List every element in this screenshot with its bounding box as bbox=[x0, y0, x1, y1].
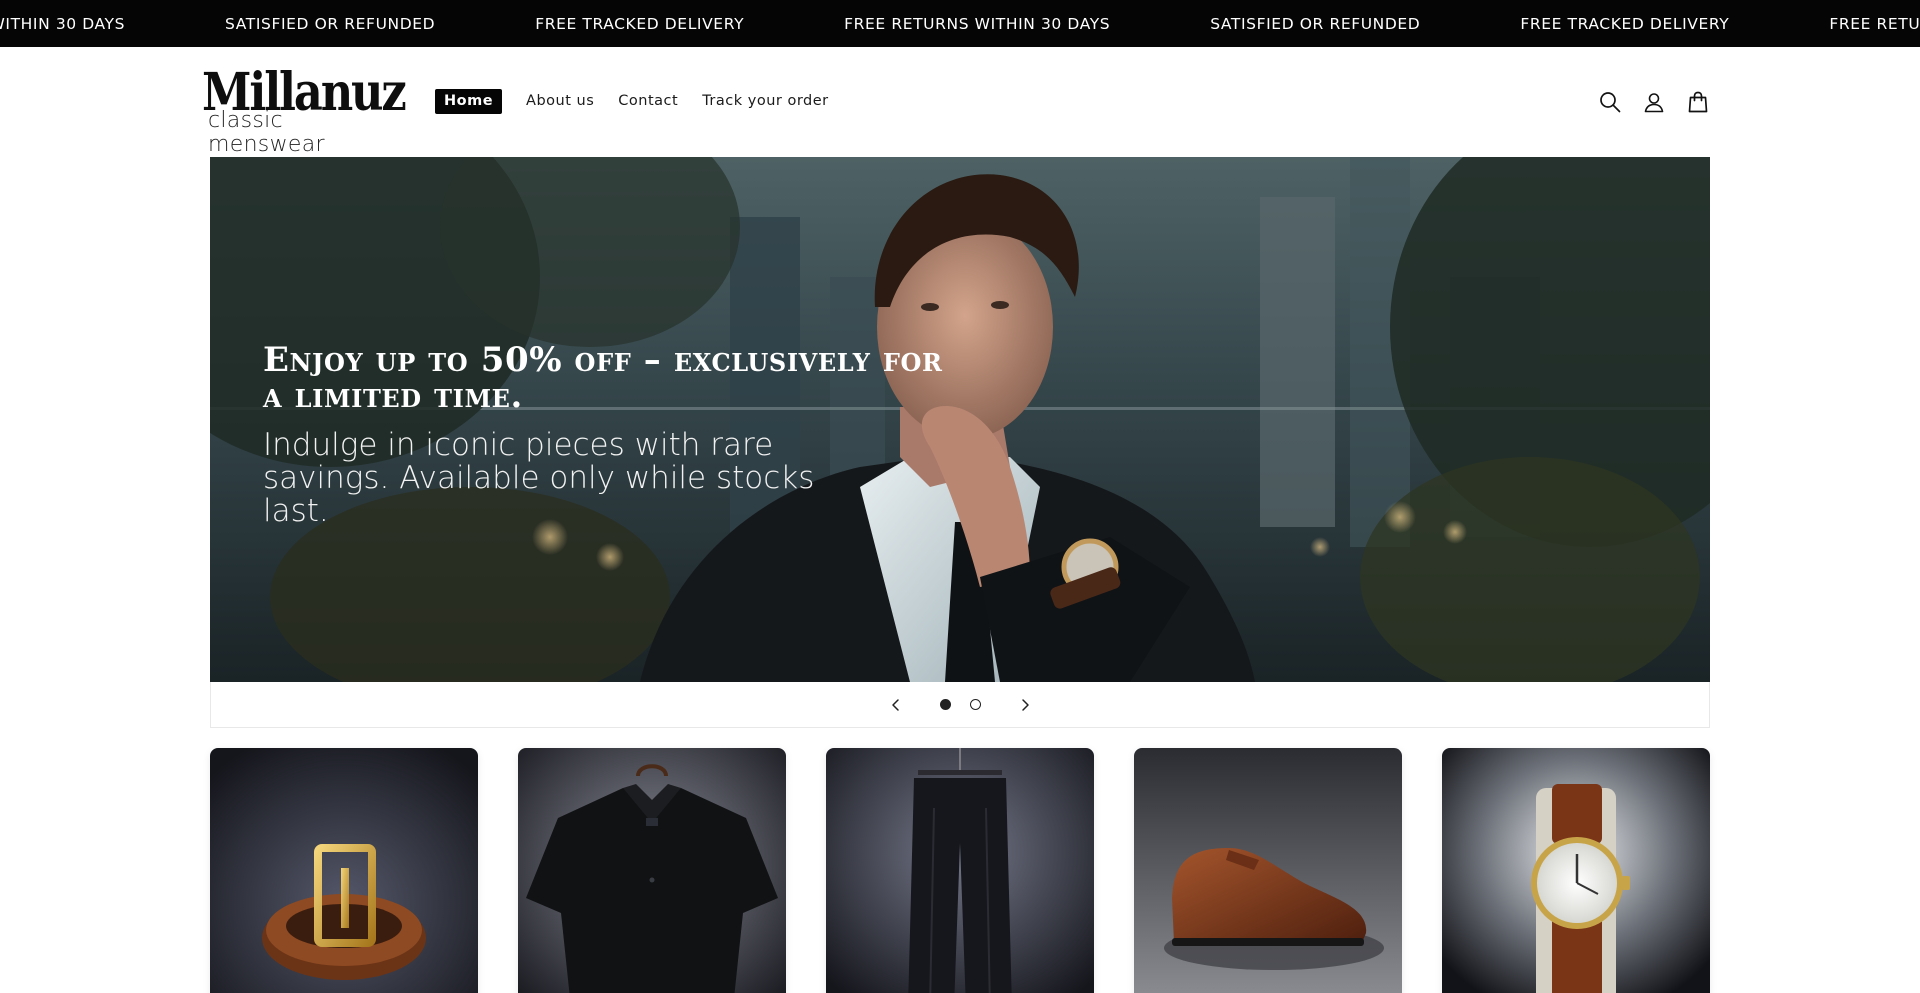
hero-image bbox=[210, 157, 1710, 682]
announcement-item: FREE TRACKED DELIVERY bbox=[1520, 14, 1730, 33]
collection-card-belt[interactable] bbox=[210, 748, 478, 993]
slideshow-controls bbox=[210, 682, 1710, 728]
main-nav: Home About us Contact Track your order bbox=[435, 89, 853, 114]
nav-item-track-order[interactable]: Track your order bbox=[702, 89, 828, 114]
collection-card-trousers[interactable] bbox=[826, 748, 1094, 993]
derby-shoe-image bbox=[1134, 748, 1402, 993]
announcement-item: FREE RETURNS WITHIN 30 DAYS bbox=[844, 14, 1111, 33]
collection-card-shoe[interactable] bbox=[1134, 748, 1402, 993]
announcement-item: SATISFIED OR REFUNDED bbox=[225, 14, 436, 33]
watch-image bbox=[1442, 748, 1710, 993]
collection-card-watch[interactable] bbox=[1442, 748, 1710, 993]
previous-slide-button[interactable] bbox=[885, 694, 907, 716]
logo-tagline: classic menswear bbox=[208, 108, 325, 157]
hero-subheading: Indulge in iconic pieces with rare savin… bbox=[263, 427, 815, 529]
next-slide-button[interactable] bbox=[1014, 694, 1036, 716]
hero-heading-bold: Enjoy up to 50% off bbox=[263, 340, 632, 380]
announcement-item: SATISFIED OR REFUNDED bbox=[1210, 14, 1421, 33]
announcement-bar: FREE RETURNS WITHIN 30 DAYS SATISFIED OR… bbox=[0, 0, 1920, 47]
announcement-item: FREE RETURNS WITHIN 30 DAYS bbox=[0, 14, 126, 33]
hero-slideshow: Enjoy up to 50% off – exclusively for a … bbox=[210, 157, 1710, 682]
site-logo[interactable]: Millanuz classic menswear bbox=[202, 65, 407, 157]
hero-heading: Enjoy up to 50% off – exclusively for a … bbox=[263, 342, 943, 414]
announcement-marquee: FREE RETURNS WITHIN 30 DAYS SATISFIED OR… bbox=[0, 0, 1920, 47]
belt-image bbox=[210, 748, 478, 993]
search-icon bbox=[1600, 92, 1621, 113]
nav-item-home[interactable]: Home bbox=[435, 89, 503, 114]
slide-dot-1[interactable] bbox=[940, 699, 951, 710]
header-icons bbox=[1595, 87, 1727, 117]
nav-item-contact[interactable]: Contact bbox=[618, 89, 678, 114]
cart-button[interactable] bbox=[1683, 87, 1713, 117]
collection-card-polo[interactable] bbox=[518, 748, 786, 993]
account-icon bbox=[1644, 93, 1664, 113]
announcement-item: FREE RETURNS WITHIN 30 DAYS bbox=[1829, 14, 1920, 33]
collection-grid bbox=[210, 748, 1710, 993]
search-button[interactable] bbox=[1595, 87, 1625, 117]
slide-dot-2[interactable] bbox=[970, 699, 981, 710]
announcement-item: FREE TRACKED DELIVERY bbox=[535, 14, 745, 33]
chevron-left-icon bbox=[892, 699, 899, 711]
account-button[interactable] bbox=[1639, 87, 1669, 117]
site-header: Millanuz classic menswear Home About us … bbox=[0, 47, 1920, 157]
nav-item-about-us[interactable]: About us bbox=[526, 89, 594, 114]
chevron-right-icon bbox=[1022, 699, 1029, 711]
cart-icon bbox=[1688, 91, 1708, 113]
polo-shirt-image bbox=[518, 748, 786, 993]
trousers-image bbox=[826, 748, 1094, 993]
